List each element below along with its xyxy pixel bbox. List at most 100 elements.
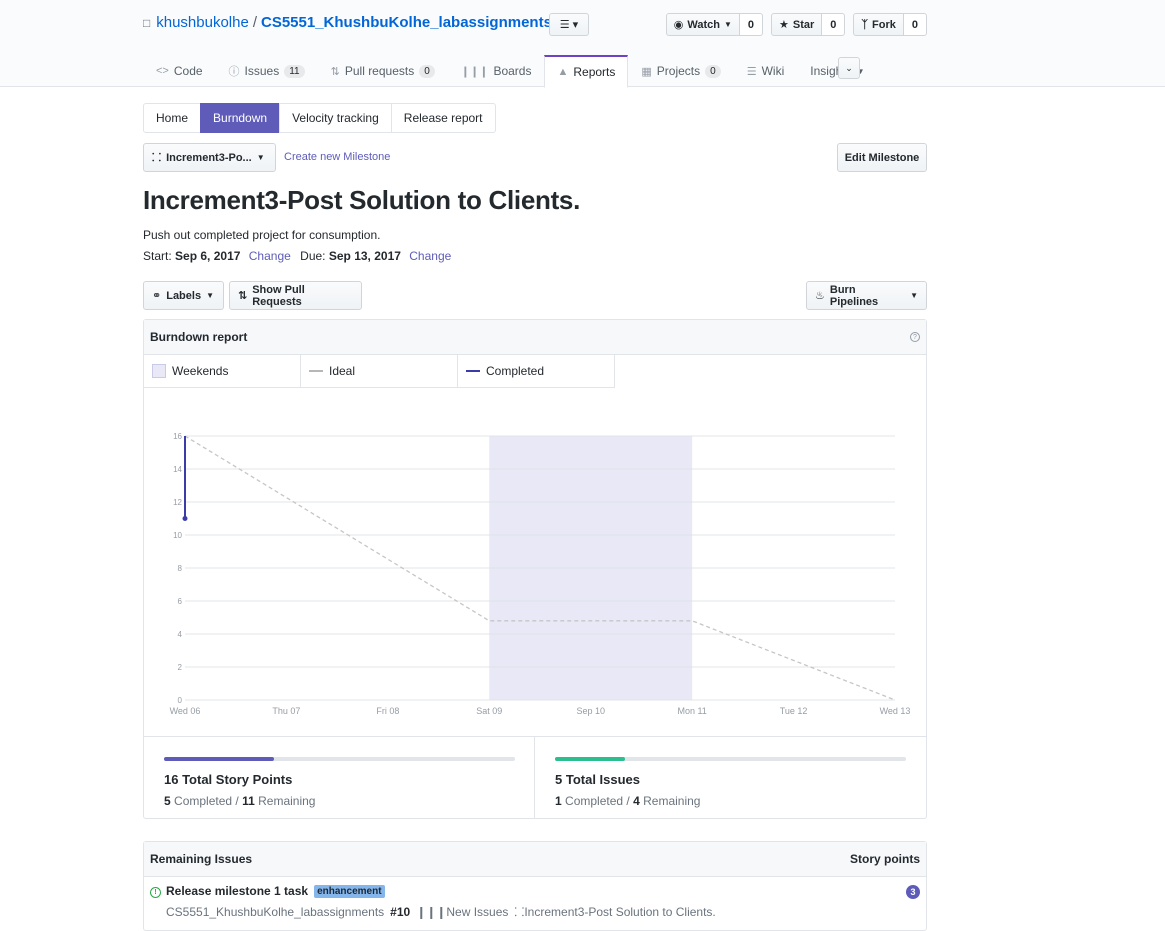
tab-wiki[interactable]: ☰ Wiki xyxy=(734,55,798,87)
repo-nav: <> Code ⓘ Issues 11 ⇅ Pull requests 0 ❙❙❙ Boar… xyxy=(143,55,878,88)
x-tick-label: Sep 10 xyxy=(576,706,605,716)
nav-more-button[interactable]: ⌄ xyxy=(838,57,860,79)
show-pull-requests-button[interactable]: ⇅ Show Pull Requests xyxy=(229,281,362,310)
fork-group: ᛉ Fork 0 xyxy=(853,13,927,36)
list-icon: ☰ ▾ xyxy=(559,19,579,31)
chart-legend: Weekends Ideal Completed xyxy=(144,355,615,388)
tab-boards[interactable]: ❙❙❙ Boards xyxy=(448,55,545,87)
repo-icon: □ xyxy=(143,15,151,30)
subnav-velocity[interactable]: Velocity tracking xyxy=(279,103,392,133)
fork-button[interactable]: ᛉ Fork xyxy=(853,13,904,36)
pulls-counter: 0 xyxy=(419,64,435,78)
list-item[interactable]: ! Release milestone 1 task enhancement C… xyxy=(144,877,926,927)
create-milestone-link[interactable]: Create new Milestone xyxy=(284,151,390,163)
start-date: Sep 6, 2017 xyxy=(175,249,241,263)
issues-sub: 1 Completed / 4 Remaining xyxy=(555,794,906,808)
tab-pulls-label: Pull requests xyxy=(344,64,415,78)
remaining-header: Remaining Issues Story points xyxy=(144,842,926,877)
report-header: Burndown report ? xyxy=(144,320,926,355)
watch-label: Watch xyxy=(687,18,720,31)
completed-point xyxy=(182,516,188,521)
pull-request-icon: ⇅ xyxy=(330,65,340,78)
watch-button[interactable]: ◉ Watch ▼ xyxy=(665,13,740,36)
labels-filter-button[interactable]: ⚭ Labels ▼ xyxy=(143,281,224,310)
milestone-icon: ⸬ xyxy=(152,152,162,164)
chevron-down-icon: ⌄ xyxy=(845,62,853,73)
fork-count[interactable]: 0 xyxy=(903,13,927,36)
issue-number: #10 xyxy=(390,904,411,919)
y-tick-label: 8 xyxy=(178,564,183,573)
tab-reports[interactable]: ▲ Reports xyxy=(544,55,629,88)
burn-pipelines-button[interactable]: ♨ Burn Pipelines ▼ xyxy=(806,281,927,310)
issue-opened-icon: ! xyxy=(150,887,161,898)
repo-menu-button[interactable]: ☰ ▾ xyxy=(549,13,589,36)
tab-reports-label: Reports xyxy=(573,65,616,79)
story-points-sub: 5 Completed / 11 Remaining xyxy=(164,794,514,808)
start-label: Start: xyxy=(143,249,172,263)
tab-projects[interactable]: ▦ Projects 0 xyxy=(628,55,733,87)
help-icon[interactable]: ? xyxy=(910,332,920,342)
milestone-select[interactable]: ⸬ Increment3-Po... ▼ xyxy=(143,143,276,172)
star-label: Star xyxy=(792,18,815,31)
pipeline-icon: ❙❙❙ xyxy=(416,904,447,919)
star-button[interactable]: ★ Star xyxy=(771,13,823,36)
issue-repo: CS5551_KhushbuKolhe_labassignments xyxy=(166,904,385,919)
flame-icon: ♨ xyxy=(815,290,825,302)
legend-ideal[interactable]: Ideal xyxy=(301,355,458,388)
star-count[interactable]: 0 xyxy=(822,13,846,36)
milestone-description: Push out completed project for consumpti… xyxy=(143,228,381,242)
story-points-badge: 3 xyxy=(906,885,920,899)
issues-title: 5 Total Issues xyxy=(555,772,641,787)
repo-name-link[interactable]: CS5551_KhushbuKolhe_labassignments xyxy=(261,14,552,31)
ideal-swatch xyxy=(309,370,323,372)
y-tick-label: 4 xyxy=(178,630,183,639)
legend-completed[interactable]: Completed xyxy=(458,355,615,388)
issue-title[interactable]: Release milestone 1 task enhancement xyxy=(166,884,385,898)
legend-completed-label: Completed xyxy=(486,364,545,378)
issue-label[interactable]: enhancement xyxy=(314,884,385,898)
watch-count[interactable]: 0 xyxy=(739,13,764,36)
code-icon: <> xyxy=(156,65,169,77)
milestone-title: Increment3-Post Solution to Clients. xyxy=(143,185,581,215)
due-label: Due: xyxy=(300,249,326,263)
y-tick-label: 0 xyxy=(178,696,183,705)
edit-milestone-button[interactable]: Edit Milestone xyxy=(837,143,927,172)
tab-projects-label: Projects xyxy=(656,64,701,78)
issue-title-text[interactable]: Release milestone 1 task xyxy=(166,884,308,898)
issues-stat: 5 Total Issues 1 Completed / 4 Remaining xyxy=(535,737,926,819)
milestone-select-label: Increment3-Po... xyxy=(166,151,252,164)
projects-counter: 0 xyxy=(705,64,721,78)
weekend-swatch xyxy=(152,364,166,378)
x-tick-label: Thu 07 xyxy=(272,706,300,716)
subnav-home[interactable]: Home xyxy=(143,103,202,133)
change-due-link[interactable]: Change xyxy=(409,249,451,263)
x-tick-label: Fri 08 xyxy=(376,706,399,716)
milestone-dates: Start: Sep 6, 2017 Change Due: Sep 13, 2… xyxy=(143,249,457,263)
fork-icon: ᛉ xyxy=(861,18,869,31)
tab-pull-requests[interactable]: ⇅ Pull requests 0 xyxy=(318,55,448,87)
milestone-info: ⸬Increment3-Post Solution to Clients. xyxy=(514,903,715,920)
subnav-release[interactable]: Release report xyxy=(390,103,496,133)
x-tick-label: Wed 06 xyxy=(170,706,201,716)
tab-code-label: Code xyxy=(173,64,203,78)
issue-pipeline: New Issues xyxy=(446,904,509,919)
fork-label: Fork xyxy=(872,18,896,31)
tab-code[interactable]: <> Code xyxy=(143,55,216,87)
legend-ideal-label: Ideal xyxy=(329,364,356,378)
show-pulls-label: Show Pull Requests xyxy=(252,283,305,308)
watch-group: ◉ Watch ▼ 0 xyxy=(665,13,764,36)
points-remaining: 11 xyxy=(242,794,255,808)
completed-swatch xyxy=(466,370,480,372)
issues-counter: 11 xyxy=(284,64,305,78)
story-points-title: 16 Total Story Points xyxy=(164,772,293,787)
repo-owner-link[interactable]: khushbukolhe xyxy=(156,14,249,31)
change-start-link[interactable]: Change xyxy=(249,249,291,263)
subnav-burndown[interactable]: Burndown xyxy=(200,103,281,133)
tag-icon: ⚭ xyxy=(152,290,162,302)
chevron-down-icon: ▼ xyxy=(910,291,918,300)
issues-completed: 1 xyxy=(555,794,562,808)
issue-icon: ⓘ xyxy=(228,66,240,78)
remaining-issues: Remaining Issues Story points ! Release … xyxy=(143,841,927,931)
legend-weekends[interactable]: Weekends xyxy=(144,355,301,388)
tab-issues[interactable]: ⓘ Issues 11 xyxy=(216,55,318,87)
